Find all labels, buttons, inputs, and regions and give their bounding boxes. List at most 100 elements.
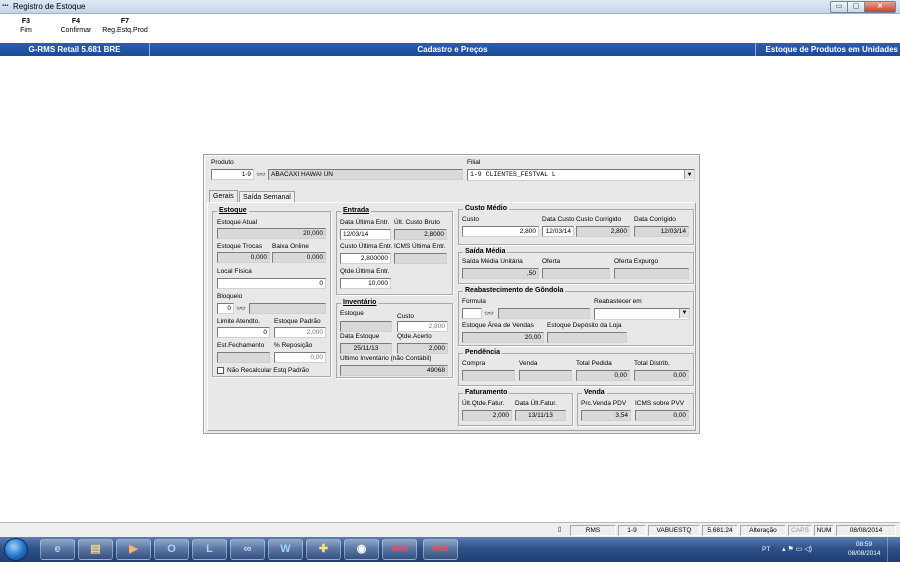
produto-name-field: ABACAXI HAWAI UN [268, 169, 463, 180]
app-icon[interactable]: ∞ [230, 539, 265, 560]
estoque-padrao-label: Estoque Padrão [274, 318, 321, 325]
tray-icons[interactable]: ▴ ⚑ ▭ ◁) [782, 545, 812, 562]
qtde-acerto-field: 2,000 [397, 343, 448, 354]
venda-label: Venda [519, 360, 538, 367]
total-pedida-field: 0,00 [576, 370, 630, 381]
file-explorer-icon[interactable]: ▤ [78, 539, 113, 560]
faturamento-group-title: Faturamento [463, 389, 510, 396]
minimize-button[interactable]: ▭ [830, 1, 847, 13]
fkey-confirmar-button[interactable]: F4 Confirmar [57, 18, 95, 34]
formula-description-field [498, 308, 590, 319]
fkey-fim-button[interactable]: F3 Fim [14, 18, 38, 34]
ult-custo-bruto-label: Últ. Custo Bruto [394, 219, 440, 226]
data-corrigido-label: Data Corrigido [634, 216, 676, 223]
estoque-padrao-input[interactable]: 2,000 [274, 327, 326, 338]
estoque-deposito-field [547, 332, 627, 343]
filial-selected-value: 1-9 CLIENTES_FESTVAL L [470, 171, 556, 178]
outlook-icon[interactable]: O [154, 539, 189, 560]
custo-label: Custo [462, 216, 479, 223]
info-bar: G-RMS Retail 5.681 BRE Cadastro e Preços… [0, 43, 900, 56]
venda-group-title: Venda [582, 389, 607, 396]
fkey-code: F4 [71, 18, 81, 25]
internet-explorer-icon[interactable]: e [40, 539, 75, 560]
filial-select[interactable]: 1-9 CLIENTES_FESTVAL L ▼ [467, 169, 695, 181]
show-desktop-button[interactable] [887, 537, 900, 562]
saida-media-group-title: Saída Média [463, 248, 508, 255]
lync-icon[interactable]: L [192, 539, 227, 560]
produto-search-binoculars-icon[interactable]: 👓 [255, 169, 267, 180]
window-titlebar: ▪▪▪ Registro de Estoque ▭ ▢ ✕ [0, 0, 900, 14]
data-estoque-label: Data Estoque [340, 333, 380, 340]
inventario-group-title: Inventário [341, 299, 379, 306]
data-ult-fatur-field: 13/11/13 [515, 410, 566, 421]
rms-app-2[interactable]: RMS [423, 539, 458, 560]
windows-taskbar: e ▤ ▶ O L ∞ W ✚ ◉ RMS RMS PT ▴ ⚑ ▭ ◁) 08… [0, 537, 900, 562]
compra-label: Compra [462, 360, 486, 367]
data-custo-field[interactable]: 12/03/14 [542, 226, 574, 237]
inventario-custo-label: Custo [397, 313, 414, 320]
chevron-down-icon[interactable]: ▼ [679, 309, 689, 318]
produto-code-input[interactable]: 1-9 [211, 169, 254, 180]
custo-medio-field[interactable]: 2,800 [462, 226, 539, 237]
nao-recalcular-checkbox[interactable] [217, 367, 224, 374]
icms-sobre-pvv-field: 0,00 [635, 410, 689, 421]
close-button[interactable]: ✕ [864, 1, 896, 13]
fkey-code: F7 [120, 18, 130, 25]
stock-panel: Produto 1-9 👓 ABACAXI HAWAI UN Filial 1-… [203, 154, 700, 434]
estoque-trocas-label: Estoque Trocas [217, 243, 263, 250]
maximize-button[interactable]: ▢ [847, 1, 864, 13]
ultimo-inventario-field: 49068 [340, 365, 448, 376]
reabastecer-em-label: Reabastecer em [594, 298, 642, 305]
bloqueio-code-input[interactable]: 0 [217, 303, 234, 314]
ult-custo-bruto-field: 2,8000 [394, 229, 447, 240]
reabastecimento-group-title: Reabastecimento de Gôndola [463, 287, 566, 294]
oferta-expurgo-label: Oferta Expurgo [614, 258, 659, 265]
percent-reposicao-input[interactable]: 0,00 [274, 352, 326, 363]
chat-icon[interactable]: ◉ [344, 539, 379, 560]
status-date: 08/08/2014 [836, 525, 896, 536]
status-bar: ▯ RMS 1-9 VABUESTQ 5.681.24 Alteração CA… [0, 522, 900, 537]
total-distrib-field: 0,00 [634, 370, 689, 381]
function-key-toolbar: F3 Fim F4 Confirmar F7 Reg.Estq.Prod [0, 14, 900, 43]
status-version: 5.681.24 [702, 525, 738, 536]
chevron-down-icon[interactable]: ▼ [684, 170, 694, 179]
custo-corrigido-label: Custo Corrigido [576, 216, 622, 223]
app-plus-icon[interactable]: ✚ [306, 539, 341, 560]
module-title: Cadastro e Preços [150, 43, 756, 56]
formula-input[interactable] [462, 308, 482, 319]
clock-time: 08:59 [855, 541, 873, 548]
data-estoque-field: 25/11/13 [340, 343, 392, 354]
data-corrigido-field: 12/03/14 [634, 226, 689, 237]
system-version: G-RMS Retail 5.681 BRE [0, 43, 150, 56]
data-custo-label: Data Custo [542, 216, 575, 223]
media-player-icon[interactable]: ▶ [116, 539, 151, 560]
word-icon[interactable]: W [268, 539, 303, 560]
fkey-label: Confirmar [60, 27, 92, 34]
saida-media-unitaria-label: Saída Média Unitária [462, 258, 523, 265]
custo-ultima-entrada-field[interactable]: 2,800000 [340, 253, 391, 264]
formula-search-binoculars-icon[interactable]: 👓 [483, 308, 495, 319]
data-ult-fatur-label: Data Últ.Fatur. [515, 400, 557, 407]
venda-field [519, 370, 572, 381]
reabastecer-em-select[interactable]: ▼ [594, 308, 690, 320]
fkey-reg-estq-prod-button[interactable]: F7 Reg.Estq.Prod [101, 18, 149, 34]
tray-clock[interactable]: 08:59 08/08/2014 [848, 541, 881, 562]
start-button[interactable] [4, 538, 28, 561]
estoque-atual-label: Estoque Atual [217, 219, 258, 226]
total-distrib-label: Total Distrib. [634, 360, 670, 367]
language-indicator[interactable]: PT [762, 546, 770, 562]
inventario-estoque-field [340, 321, 392, 332]
custo-corrigido-field: 2,800 [576, 226, 630, 237]
bloqueio-search-binoculars-icon[interactable]: 👓 [235, 303, 247, 314]
status-filial: 1-9 [618, 525, 646, 536]
oferta-label: Oferta [542, 258, 561, 265]
qtde-ultima-entrada-field[interactable]: 10,000 [340, 278, 391, 289]
ult-qtde-fatur-label: Últ.Qtde.Fatur. [462, 400, 505, 407]
est-fechamento-field [217, 352, 270, 363]
pendencia-group-title: Pendência [463, 349, 503, 356]
limite-atendto-input[interactable]: 0 [217, 327, 270, 338]
inventario-estoque-label: Estoque [340, 310, 364, 317]
data-ultima-entrada-field[interactable]: 12/03/14 [340, 229, 391, 240]
rms-app-1[interactable]: RMS [382, 539, 417, 560]
local-fisica-input[interactable]: 0 [217, 278, 326, 289]
